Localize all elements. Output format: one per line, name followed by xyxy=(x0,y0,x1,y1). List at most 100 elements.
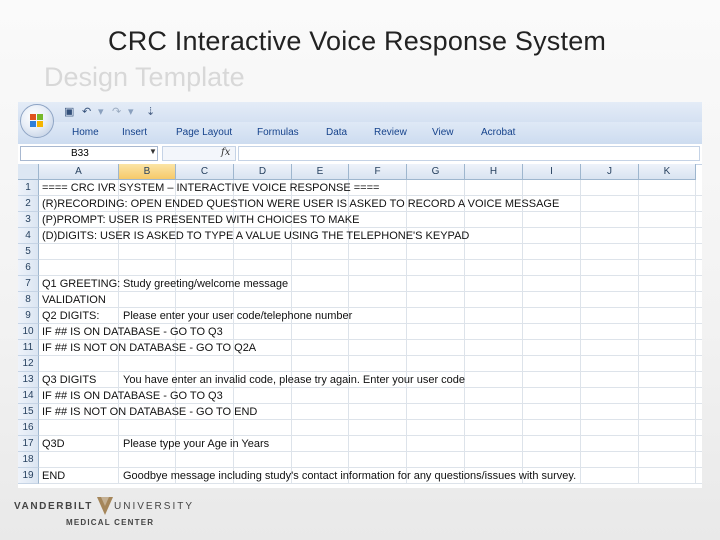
row-header[interactable]: 1 xyxy=(18,180,39,196)
row-header[interactable]: 14 xyxy=(18,388,39,404)
row-cells[interactable] xyxy=(39,452,702,468)
tab-page-layout[interactable]: Page Layout xyxy=(176,127,232,138)
row-header[interactable]: 16 xyxy=(18,420,39,436)
row-header[interactable]: 5 xyxy=(18,244,39,260)
row-cells[interactable]: Q2 DIGITS: Please enter your user code/te… xyxy=(39,308,702,324)
table-row: 6 xyxy=(18,260,702,276)
row-header[interactable]: 7 xyxy=(18,276,39,292)
row-header[interactable]: 6 xyxy=(18,260,39,276)
cell-a[interactable]: (P)PROMPT: USER IS PRESENTED WITH CHOICE… xyxy=(42,213,359,227)
row-cells[interactable]: (D)DIGITS: USER IS ASKED TO TYPE A VALUE… xyxy=(39,228,702,244)
cell-a[interactable]: Q3D xyxy=(42,437,65,451)
excel-window: ▣ ↶ ▾ ↷ ▾ ⇣ Home Insert Page Layout Form… xyxy=(18,102,702,488)
column-header-k[interactable]: K xyxy=(639,164,696,180)
row-cells[interactable]: Q3 DIGITS You have enter an invalid code,… xyxy=(39,372,702,388)
cell-a[interactable]: Q1 GREETING: xyxy=(42,277,120,291)
column-header-h[interactable]: H xyxy=(465,164,523,180)
cell-a[interactable]: (D)DIGITS: USER IS ASKED TO TYPE A VALUE… xyxy=(42,229,469,243)
formula-input[interactable] xyxy=(238,146,700,161)
tab-acrobat[interactable]: Acrobat xyxy=(481,127,515,138)
slide-title: CRC Interactive Voice Response System xyxy=(108,26,607,56)
table-row: 17 Q3D Please type your Age in Years xyxy=(18,436,702,452)
table-row: 13 Q3 DIGITS You have enter an invalid cod… xyxy=(18,372,702,388)
column-header-j[interactable]: J xyxy=(581,164,639,180)
save-icon[interactable]: ▣ xyxy=(64,105,74,118)
row-header[interactable]: 11 xyxy=(18,340,39,356)
row-header[interactable]: 10 xyxy=(18,324,39,340)
column-header-c[interactable]: C xyxy=(176,164,234,180)
row-header[interactable]: 2 xyxy=(18,196,39,212)
row-header[interactable]: 13 xyxy=(18,372,39,388)
row-cells[interactable]: VALIDATION xyxy=(39,292,702,308)
undo-icon[interactable]: ↶ xyxy=(82,105,91,118)
cell-a[interactable]: Q3 DIGITS xyxy=(42,373,96,387)
row-header[interactable]: 4 xyxy=(18,228,39,244)
column-header-g[interactable]: G xyxy=(407,164,465,180)
cell-a[interactable]: END xyxy=(42,469,65,483)
tab-home[interactable]: Home xyxy=(72,127,99,138)
cell-a[interactable]: VALIDATION xyxy=(42,293,106,307)
redo-icon[interactable]: ↷ xyxy=(112,105,121,118)
cell-b[interactable]: Please type your Age in Years xyxy=(123,437,269,451)
tab-formulas[interactable]: Formulas xyxy=(257,127,299,138)
column-header-i[interactable]: I xyxy=(523,164,581,180)
row-header[interactable]: 12 xyxy=(18,356,39,372)
row-cells[interactable] xyxy=(39,356,702,372)
row-cells[interactable]: IF ## IS NOT ON DATABASE - GO TO Q2A xyxy=(39,340,702,356)
row-header[interactable]: 9 xyxy=(18,308,39,324)
row-cells[interactable]: Q3D Please type your Age in Years xyxy=(39,436,702,452)
row-cells[interactable] xyxy=(39,420,702,436)
customize-qat-icon[interactable]: ⇣ xyxy=(146,105,155,118)
cell-a[interactable]: Q2 DIGITS: xyxy=(42,309,99,323)
row-header[interactable]: 18 xyxy=(18,452,39,468)
table-row: 1 ==== CRC IVR SYSTEM – INTERACTIVE VOICE… xyxy=(18,180,702,196)
ribbon-tabs: Home Insert Page Layout Formulas Data Re… xyxy=(18,122,702,145)
tab-data[interactable]: Data xyxy=(326,127,347,138)
table-row: 8 VALIDATION xyxy=(18,292,702,308)
row-cells[interactable]: (R)RECORDING: OPEN ENDED QUESTION WERE U… xyxy=(39,196,702,212)
row-cells[interactable]: IF ## IS ON DATABASE - GO TO Q3 xyxy=(39,324,702,340)
column-header-f[interactable]: F xyxy=(349,164,407,180)
select-all-button[interactable] xyxy=(18,164,39,180)
row-cells[interactable] xyxy=(39,244,702,260)
office-button[interactable] xyxy=(20,104,54,138)
row-header[interactable]: 15 xyxy=(18,404,39,420)
cell-a[interactable]: ==== CRC IVR SYSTEM – INTERACTIVE VOICE … xyxy=(42,181,379,195)
quick-access-toolbar: ▣ ↶ ▾ ↷ ▾ ⇣ xyxy=(18,102,702,122)
column-header-a[interactable]: A xyxy=(39,164,119,180)
row-header[interactable]: 19 xyxy=(18,468,39,484)
dropdown-arrow-icon[interactable]: ▾ xyxy=(128,105,134,118)
chevron-down-icon[interactable]: ▼ xyxy=(149,147,157,156)
row-cells[interactable]: Q1 GREETING: Study greeting/welcome messa… xyxy=(39,276,702,292)
cell-a[interactable]: IF ## IS NOT ON DATABASE - GO TO END xyxy=(42,405,257,419)
tab-view[interactable]: View xyxy=(432,127,454,138)
cell-b[interactable]: Please enter your user code/telephone nu… xyxy=(123,309,352,323)
cell-b[interactable]: You have enter an invalid code, please t… xyxy=(123,373,465,387)
dropdown-arrow-icon[interactable]: ▾ xyxy=(98,105,104,118)
row-header[interactable]: 3 xyxy=(18,212,39,228)
row-cells[interactable]: IF ## IS NOT ON DATABASE - GO TO END xyxy=(39,404,702,420)
row-cells[interactable]: IF ## IS ON DATABASE - GO TO Q3 xyxy=(39,388,702,404)
cell-a[interactable]: IF ## IS ON DATABASE - GO TO Q3 xyxy=(42,389,223,403)
column-header-e[interactable]: E xyxy=(292,164,349,180)
row-cells[interactable]: ==== CRC IVR SYSTEM – INTERACTIVE VOICE … xyxy=(39,180,702,196)
cell-a[interactable]: IF ## IS NOT ON DATABASE - GO TO Q2A xyxy=(42,341,256,355)
row-header[interactable]: 17 xyxy=(18,436,39,452)
column-header-d[interactable]: D xyxy=(234,164,292,180)
name-box[interactable]: B33 xyxy=(20,146,158,161)
cell-b[interactable]: Goodbye message including study's contac… xyxy=(123,469,576,483)
table-row: 3 (P)PROMPT: USER IS PRESENTED WITH CHOIC… xyxy=(18,212,702,228)
row-cells[interactable]: END Goodbye message including study's con… xyxy=(39,468,702,484)
table-row: 16 xyxy=(18,420,702,436)
cell-b[interactable]: Study greeting/welcome message xyxy=(123,277,288,291)
column-header-b[interactable]: B xyxy=(119,164,176,180)
insert-function-icon[interactable]: fx xyxy=(221,147,230,158)
row-header[interactable]: 8 xyxy=(18,292,39,308)
cell-a[interactable]: IF ## IS ON DATABASE - GO TO Q3 xyxy=(42,325,223,339)
cell-a[interactable]: (R)RECORDING: OPEN ENDED QUESTION WERE U… xyxy=(42,197,559,211)
table-row: 19 END Goodbye message including study's c… xyxy=(18,468,702,484)
row-cells[interactable] xyxy=(39,260,702,276)
tab-insert[interactable]: Insert xyxy=(122,127,147,138)
tab-review[interactable]: Review xyxy=(374,127,407,138)
row-cells[interactable]: (P)PROMPT: USER IS PRESENTED WITH CHOICE… xyxy=(39,212,702,228)
